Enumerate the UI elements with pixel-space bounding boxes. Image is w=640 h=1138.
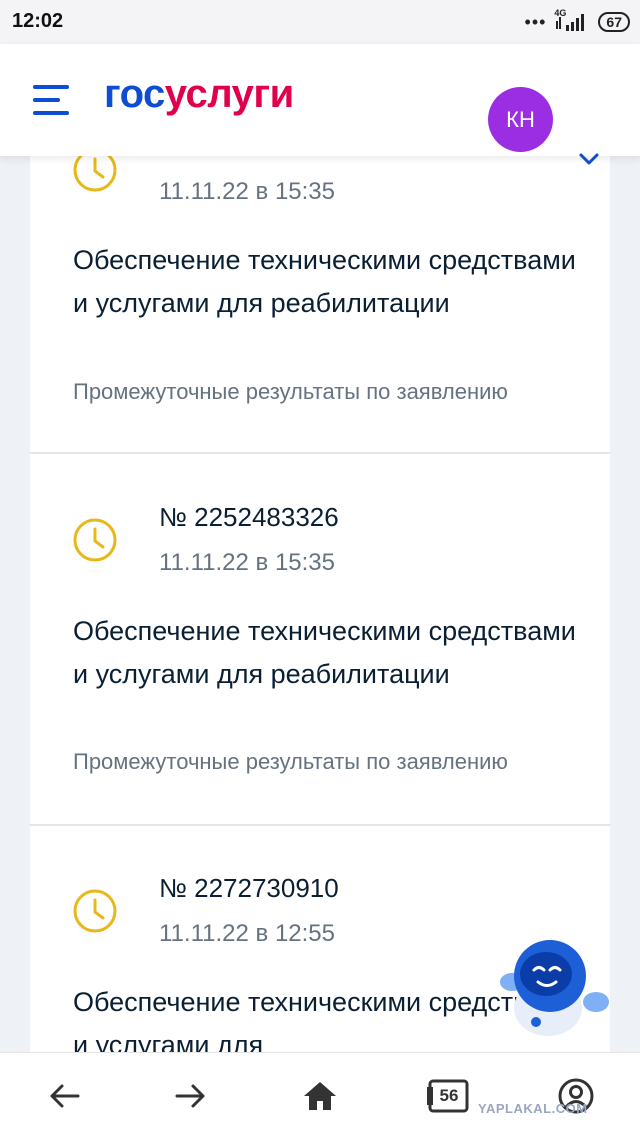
application-title: Обеспечение техническими средствами и ус… bbox=[73, 616, 576, 689]
menu-icon[interactable] bbox=[33, 85, 69, 115]
application-card[interactable]: № 2252483326 11.11.22 в 15:35 Обеспечени… bbox=[30, 454, 610, 826]
application-title: Обеспечение техническими средствами и ус… bbox=[73, 245, 576, 318]
application-number: № 2272730910 bbox=[159, 873, 339, 903]
app-header: госуслуги КН bbox=[0, 44, 640, 165]
arrow-right-icon[interactable] bbox=[166, 1073, 216, 1119]
application-date: 11.11.22 в 12:55 bbox=[159, 920, 336, 947]
logo-part-gos: гос bbox=[104, 72, 165, 116]
clock-icon bbox=[73, 889, 117, 933]
arrow-left-icon[interactable] bbox=[39, 1073, 89, 1119]
tabs-button[interactable]: 56 bbox=[424, 1073, 474, 1119]
user-avatar[interactable]: КН bbox=[488, 87, 553, 152]
application-status: Промежуточные результаты по заявлению bbox=[73, 379, 508, 404]
applications-list: 11.11.22 в 15:35 Обеспечение техническим… bbox=[0, 156, 640, 1052]
assistant-robot-icon[interactable] bbox=[498, 938, 610, 1038]
browser-nav-bar: 56 YAPLAKAL.COM bbox=[0, 1052, 640, 1138]
status-bar: 12:02 ••• 4G 67 bbox=[0, 0, 640, 44]
gosuslugi-logo[interactable]: госуслуги bbox=[104, 68, 294, 120]
application-date: 11.11.22 в 15:35 bbox=[159, 178, 336, 205]
tabs-count: 56 bbox=[439, 1086, 459, 1105]
status-indicators: ••• 4G 67 bbox=[524, 8, 630, 34]
notification-dots: ••• bbox=[524, 12, 547, 32]
status-time: 12:02 bbox=[12, 10, 64, 32]
logo-part-uslugi: услуги bbox=[164, 72, 294, 116]
chevron-down-icon[interactable] bbox=[578, 152, 600, 166]
signal-icon: 4G bbox=[554, 8, 590, 33]
application-number: № 2252483326 bbox=[159, 502, 339, 532]
clock-icon bbox=[73, 518, 117, 562]
battery-icon: 67 bbox=[598, 12, 630, 32]
application-date: 11.11.22 в 15:35 bbox=[159, 549, 336, 576]
home-icon[interactable] bbox=[295, 1073, 345, 1119]
clock-icon bbox=[73, 156, 117, 192]
application-card[interactable]: 11.11.22 в 15:35 Обеспечение техническим… bbox=[30, 156, 610, 454]
watermark-text: YAPLAKAL.COM bbox=[478, 1101, 588, 1116]
application-status: Промежуточные результаты по заявлению bbox=[73, 749, 508, 774]
